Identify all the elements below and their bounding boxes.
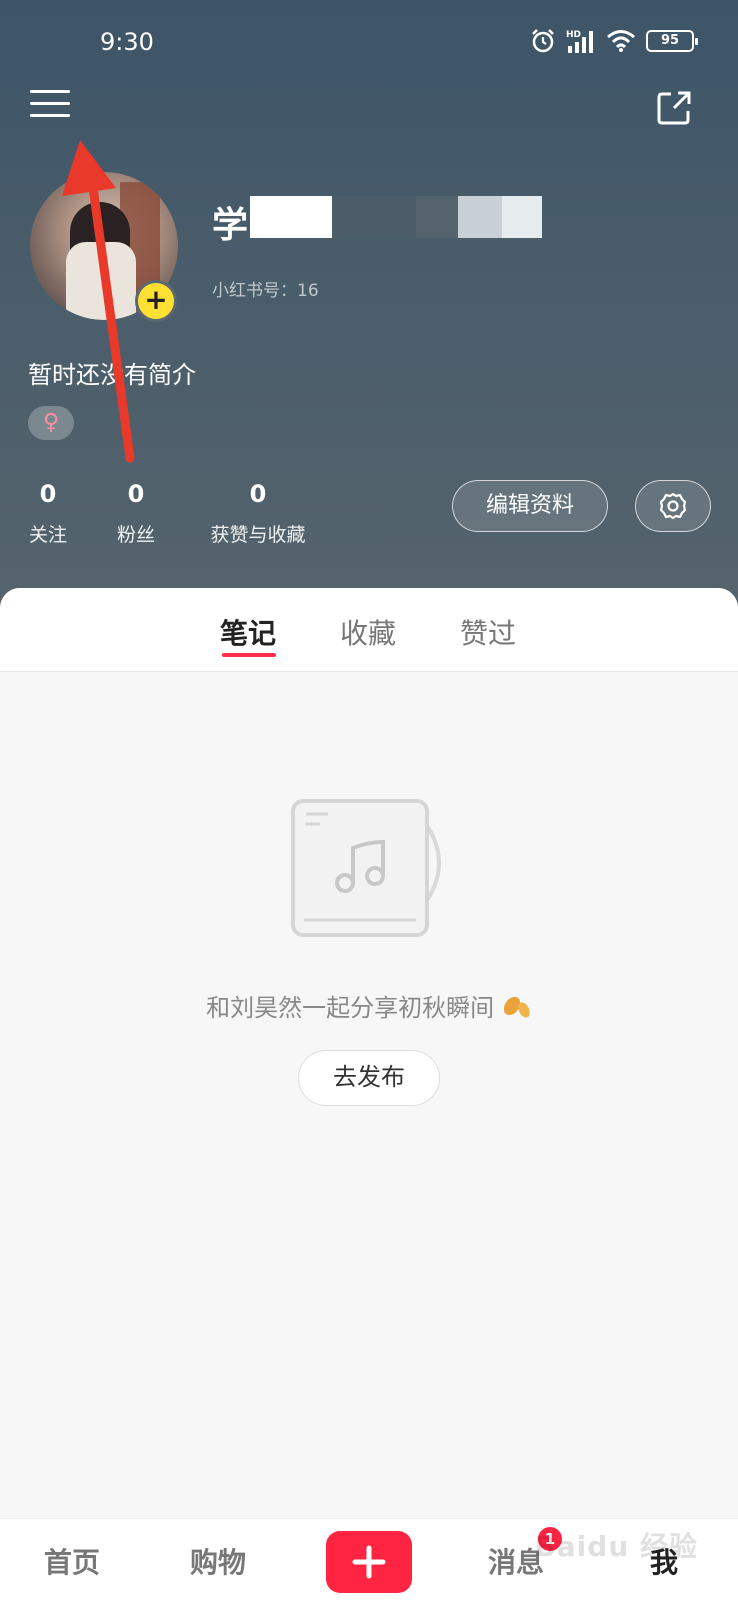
edit-profile-button[interactable]: 编辑资料	[452, 480, 608, 532]
username-blur-mask	[416, 196, 458, 238]
stat-value: 0	[127, 480, 145, 508]
username-blur-mask	[502, 196, 542, 238]
stat-label: 关注	[28, 524, 67, 546]
stat-fans[interactable]: 0 粉丝	[116, 480, 156, 547]
notes-panel: 笔记 收藏 赞过 和刘昊然一起分享初秋瞬间 去发布	[0, 588, 738, 1518]
nav-home[interactable]: 首页	[44, 1541, 100, 1581]
username-blur-mask	[332, 196, 416, 238]
username-blur-mask	[458, 196, 502, 238]
nav-shop[interactable]: 购物	[190, 1541, 246, 1581]
svg-text:HD: HD	[566, 30, 581, 40]
menu-button[interactable]	[30, 90, 70, 126]
music-album-icon	[291, 799, 441, 937]
username-blur-mask	[250, 196, 332, 238]
autumn-leaf-icon	[503, 996, 530, 1018]
empty-state-text: 和刘昊然一起分享初秋瞬间	[206, 994, 495, 1022]
plus-icon	[352, 1545, 386, 1579]
tab-notes[interactable]: 笔记	[220, 612, 276, 652]
content-tabs: 笔记 收藏 赞过	[0, 588, 738, 672]
stat-label: 粉丝	[116, 524, 155, 546]
avatar-add-button[interactable]: +	[135, 280, 177, 322]
menu-line	[30, 90, 70, 93]
watermark: Baidu 经验	[534, 1530, 698, 1563]
create-post-button[interactable]	[326, 1531, 412, 1593]
empty-state-message: 和刘昊然一起分享初秋瞬间	[0, 988, 738, 1023]
username: 学	[212, 205, 249, 246]
battery-indicator: 95	[646, 30, 698, 52]
alarm-icon	[532, 29, 554, 53]
bio-text[interactable]: 暂时还没有简介	[28, 355, 196, 390]
menu-line	[30, 102, 70, 105]
stat-label: 获赞与收藏	[210, 524, 306, 546]
avatar-photo-shirt	[66, 242, 136, 320]
publish-button[interactable]: 去发布	[298, 1050, 440, 1106]
menu-line	[30, 114, 70, 117]
status-icons: HD 95	[530, 28, 698, 54]
status-time: 9:30	[100, 28, 154, 56]
wifi-icon	[607, 30, 635, 52]
redbook-id: 小红书号：16	[212, 281, 319, 301]
profile-header-background	[0, 0, 738, 640]
gender-badge: ♀	[28, 406, 74, 440]
tab-liked[interactable]: 赞过	[460, 612, 516, 652]
settings-button[interactable]	[635, 480, 711, 532]
share-icon[interactable]	[654, 88, 694, 128]
gear-icon	[659, 492, 687, 520]
stat-value: 0	[39, 480, 57, 508]
stat-value: 0	[249, 480, 267, 508]
stat-following[interactable]: 0 关注	[28, 480, 68, 547]
active-tab-indicator	[222, 653, 276, 657]
hd-signal-icon: HD	[566, 30, 593, 53]
tab-collections[interactable]: 收藏	[340, 612, 396, 652]
stat-likes-collects[interactable]: 0 获赞与收藏	[206, 480, 310, 547]
